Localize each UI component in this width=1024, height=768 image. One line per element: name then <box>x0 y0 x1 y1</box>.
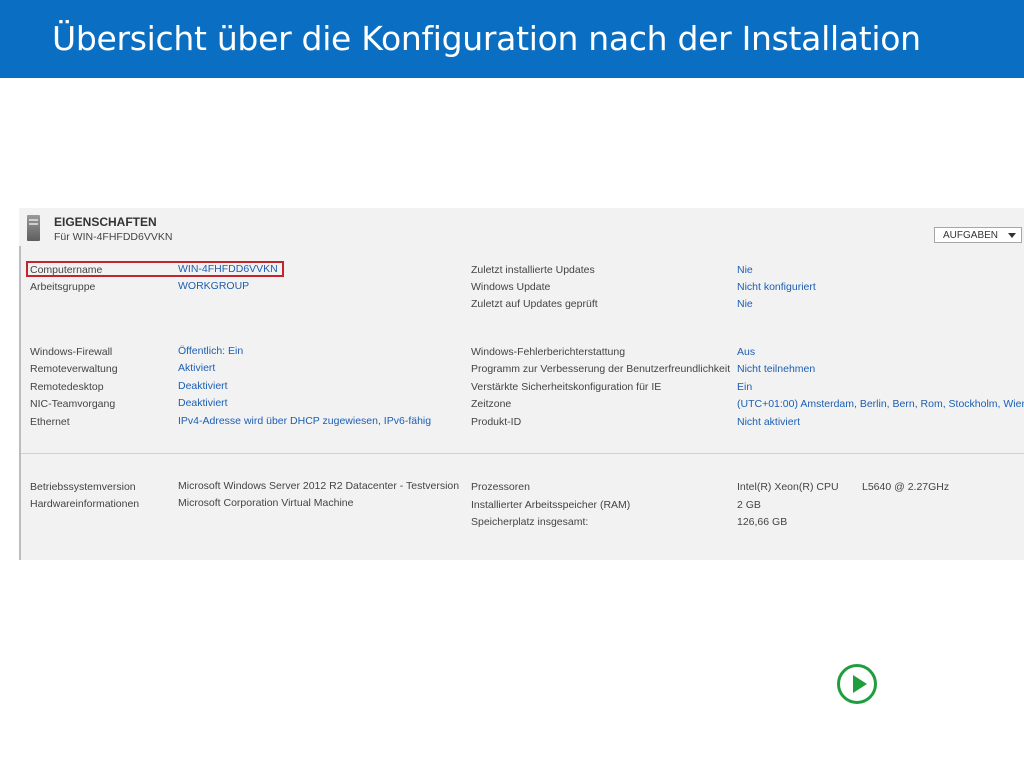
prop-label: Windows-Fehlerberichterstattung <box>471 346 626 358</box>
nic-teaming-link[interactable]: Deaktiviert <box>178 397 228 409</box>
page-title: Übersicht über die Konfiguration nach de… <box>52 19 921 58</box>
prop-label: Ethernet <box>30 416 70 428</box>
ceip-link[interactable]: Nicht teilnehmen <box>737 363 815 375</box>
chevron-down-icon <box>1008 233 1016 238</box>
panel-title: EIGENSCHAFTEN <box>54 215 157 229</box>
remote-management-link[interactable]: Aktiviert <box>178 362 215 374</box>
tasks-label: AUFGABEN <box>943 230 999 241</box>
processor-model-value: L5640 @ 2.27GHz <box>862 481 950 493</box>
product-id-link[interactable]: Nicht aktiviert <box>737 416 800 428</box>
prop-label: Windows Update <box>471 281 551 293</box>
tasks-dropdown[interactable]: AUFGABEN <box>934 227 1022 243</box>
prop-label: Zuletzt auf Updates geprüft <box>471 298 598 310</box>
ethernet-link[interactable]: IPv4-Adresse wird über DHCP zugewiesen, … <box>178 415 431 427</box>
timezone-link[interactable]: (UTC+01:00) Amsterdam, Berlin, Bern, Rom… <box>737 398 1024 410</box>
os-version-value: Microsoft Windows Server 2012 R2 Datacen… <box>178 480 460 492</box>
error-reporting-link[interactable]: Aus <box>737 346 755 358</box>
play-icon <box>853 675 867 693</box>
prop-label: Verstärkte Sicherheitskonfiguration für … <box>471 381 662 393</box>
windows-update-link[interactable]: Nicht konfiguriert <box>737 281 816 293</box>
highlight-box <box>26 261 284 277</box>
prop-label: Windows-Firewall <box>30 346 113 358</box>
workgroup-link[interactable]: WORKGROUP <box>178 280 249 292</box>
prop-label: Remotedesktop <box>30 381 104 393</box>
disk-space-value: 126,66 GB <box>737 516 788 528</box>
prop-label: Remoteverwaltung <box>30 363 118 375</box>
prop-label: Arbeitsgruppe <box>30 281 96 293</box>
firewall-link[interactable]: Öffentlich: Ein <box>178 345 243 357</box>
remote-desktop-link[interactable]: Deaktiviert <box>178 380 228 392</box>
prop-label: Prozessoren <box>471 481 530 493</box>
prop-label: Hardwareinformationen <box>30 498 140 510</box>
prop-label: NIC-Teamvorgang <box>30 398 116 410</box>
ram-value: 2 GB <box>737 499 761 511</box>
prop-label: Betriebssystemversion <box>30 481 136 493</box>
prop-label: Produkt-ID <box>471 416 522 428</box>
hardware-info-value: Microsoft Corporation Virtual Machine <box>178 497 354 509</box>
prop-label: Zeitzone <box>471 398 512 410</box>
last-updates-link[interactable]: Nie <box>737 264 753 276</box>
panel-divider <box>21 453 1024 454</box>
prop-label: Programm zur Verbesserung der Benutzerfr… <box>471 363 731 375</box>
server-icon <box>27 215 40 241</box>
play-button[interactable] <box>837 664 877 704</box>
processor-value: Intel(R) Xeon(R) CPU <box>737 481 839 493</box>
prop-label: Installierter Arbeitsspeicher (RAM) <box>471 499 631 511</box>
ie-esc-link[interactable]: Ein <box>737 381 752 393</box>
prop-label: Speicherplatz insgesamt: <box>471 516 589 528</box>
title-bar: Übersicht über die Konfiguration nach de… <box>0 0 1024 78</box>
panel-left-border <box>19 246 21 560</box>
panel-subtitle: Für WIN-4FHFDD6VVKN <box>54 231 173 243</box>
last-checked-link[interactable]: Nie <box>737 298 753 310</box>
prop-label: Zuletzt installierte Updates <box>471 264 595 276</box>
